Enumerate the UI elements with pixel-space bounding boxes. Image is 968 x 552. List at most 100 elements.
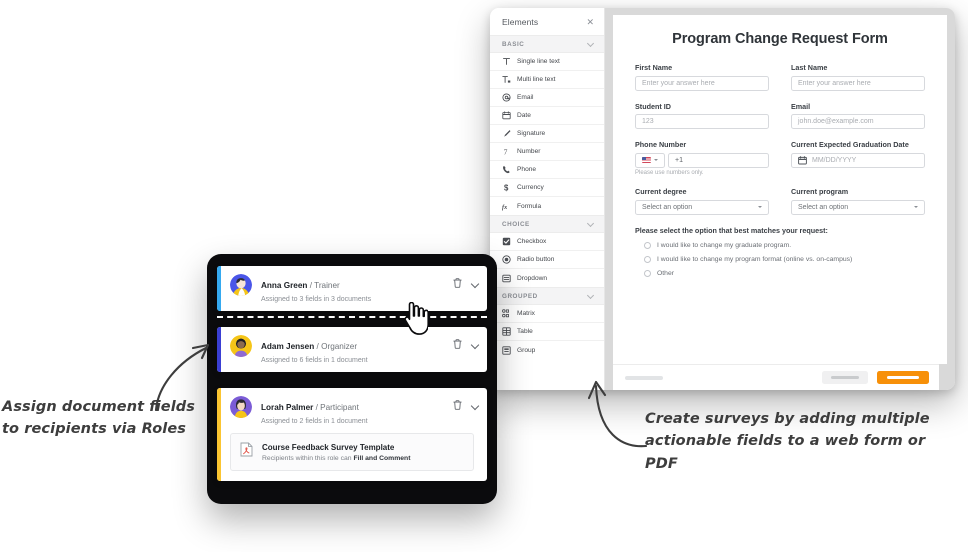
elements-group-basic-header[interactable]: BASIC bbox=[490, 35, 604, 53]
current-degree-select[interactable]: Select an option bbox=[635, 199, 769, 215]
element-item-label: Table bbox=[517, 328, 533, 335]
chevron-down-icon bbox=[588, 293, 594, 299]
role-separator: / bbox=[315, 403, 318, 412]
element-item-matrix[interactable]: Matrix bbox=[490, 305, 604, 323]
form-row-id-email: Student ID 123 Email john.doe@example.co… bbox=[635, 101, 925, 129]
current-program-select[interactable]: Select an option bbox=[791, 199, 925, 215]
role-separator: / bbox=[309, 281, 312, 290]
element-item-label: Dropdown bbox=[517, 274, 548, 282]
avatar bbox=[230, 274, 252, 296]
close-icon[interactable]: ✕ bbox=[586, 17, 594, 27]
svg-text:$: $ bbox=[504, 184, 509, 193]
multi-line-text-icon bbox=[502, 75, 511, 84]
role-card-header: Lorah Palmer / Participant Assigned to 2… bbox=[230, 396, 478, 425]
first-name-input[interactable]: Enter your answer here bbox=[635, 75, 769, 91]
element-item-multi-line-text[interactable]: Multi line text bbox=[490, 71, 604, 89]
radio-option-label: I would like to change my program format… bbox=[657, 255, 853, 263]
chevron-down-icon[interactable] bbox=[471, 341, 478, 348]
field-email: Email john.doe@example.com bbox=[791, 101, 925, 129]
radio-option-other[interactable]: Other bbox=[635, 269, 925, 277]
country-code-select[interactable] bbox=[635, 152, 665, 168]
secondary-button[interactable] bbox=[822, 371, 868, 384]
footer-actions bbox=[822, 371, 929, 384]
us-flag-icon bbox=[642, 156, 651, 164]
element-item-radio-button[interactable]: Radio button bbox=[490, 251, 604, 269]
radio-button-icon[interactable] bbox=[644, 269, 651, 277]
elements-group-label: GROUPED bbox=[502, 292, 538, 300]
chevron-down-icon bbox=[654, 159, 658, 161]
role-card-body: Adam Jensen / Organizer Assigned to 6 fi… bbox=[261, 335, 453, 364]
field-label: Email bbox=[791, 101, 811, 111]
field-last-name: Last Name Enter your answer here bbox=[791, 63, 925, 91]
cursor-pointer-icon bbox=[402, 301, 429, 336]
drag-drop-indicator bbox=[217, 316, 487, 318]
last-name-input[interactable]: Enter your answer here bbox=[791, 75, 925, 91]
field-label: First Name bbox=[635, 63, 673, 72]
element-item-currency[interactable]: $ Currency bbox=[490, 179, 604, 197]
elements-group-choice-list: Checkbox Radio button Dropdown bbox=[490, 233, 604, 287]
radio-button-icon[interactable] bbox=[644, 241, 651, 249]
secondary-button-label bbox=[831, 375, 859, 380]
field-label: Last Name bbox=[791, 63, 828, 72]
element-item-table[interactable]: Table bbox=[490, 323, 604, 341]
element-item-signature[interactable]: Signature bbox=[490, 125, 604, 143]
date-icon bbox=[502, 111, 511, 120]
role-card-adam-jensen[interactable]: Adam Jensen / Organizer Assigned to 6 fi… bbox=[217, 327, 487, 372]
role-card-anna-green[interactable]: Anna Green / Trainer Assigned to 3 field… bbox=[217, 266, 487, 311]
field-label: Current program bbox=[791, 187, 849, 196]
role-name-line: Anna Green / Trainer bbox=[261, 281, 340, 290]
role-name-line: Adam Jensen / Organizer bbox=[261, 342, 357, 351]
graduation-date-input[interactable]: MM/DD/YYYY bbox=[791, 152, 925, 168]
trash-icon[interactable] bbox=[453, 339, 462, 349]
radio-option-label: I would like to change my graduate progr… bbox=[657, 241, 792, 249]
email-input[interactable]: john.doe@example.com bbox=[791, 114, 925, 129]
element-item-label: Date bbox=[517, 112, 531, 119]
elements-group-choice-header[interactable]: CHOICE bbox=[490, 215, 604, 233]
element-item-label: Formula bbox=[517, 202, 542, 210]
annotation-right-text: Create surveys by adding multiple action… bbox=[645, 411, 930, 472]
form-row-names: First Name Enter your answer here Last N… bbox=[635, 63, 925, 91]
signature-icon bbox=[502, 129, 511, 138]
element-item-formula[interactable]: fx Formula bbox=[490, 197, 604, 215]
assigned-document-card[interactable]: Course Feedback Survey Template Recipien… bbox=[230, 433, 474, 471]
element-item-group[interactable]: Group bbox=[490, 341, 604, 359]
element-item-label: Checkbox bbox=[517, 238, 547, 245]
checkbox-icon bbox=[502, 237, 511, 246]
chevron-down-icon[interactable] bbox=[471, 402, 478, 409]
chevron-down-icon[interactable] bbox=[471, 280, 478, 287]
request-question-block: Please select the option that best match… bbox=[635, 226, 925, 277]
document-title: Course Feedback Survey Template bbox=[262, 442, 395, 452]
formula-icon: fx bbox=[502, 202, 511, 211]
element-item-label: Currency bbox=[517, 184, 544, 191]
elements-group-grouped-header[interactable]: GROUPED bbox=[490, 287, 604, 305]
single-line-text-icon bbox=[502, 57, 511, 66]
form-title: Program Change Request Form bbox=[672, 31, 888, 47]
role-card-lorah-palmer[interactable]: Lorah Palmer / Participant Assigned to 2… bbox=[217, 388, 487, 481]
element-item-date[interactable]: Date bbox=[490, 107, 604, 125]
element-item-label: Multi line text bbox=[517, 76, 556, 83]
avatar bbox=[230, 335, 252, 357]
element-item-checkbox[interactable]: Checkbox bbox=[490, 233, 604, 251]
app-window: Elements ✕ BASIC Single line text Multi … bbox=[490, 8, 955, 390]
phone-number-input[interactable]: +1 bbox=[668, 152, 769, 168]
element-item-number[interactable]: 7 Number bbox=[490, 143, 604, 161]
primary-button[interactable] bbox=[877, 371, 929, 384]
element-item-email[interactable]: Email bbox=[490, 89, 604, 107]
element-item-phone[interactable]: Phone bbox=[490, 161, 604, 179]
student-id-input[interactable]: 123 bbox=[635, 114, 769, 129]
trash-icon[interactable] bbox=[453, 400, 462, 410]
role-title: Participant bbox=[320, 403, 359, 412]
elements-group-label: BASIC bbox=[502, 40, 525, 48]
element-item-label: Radio button bbox=[517, 256, 555, 263]
role-card-actions bbox=[453, 335, 478, 349]
role-card-actions bbox=[453, 274, 478, 288]
trash-icon[interactable] bbox=[453, 278, 462, 288]
email-icon bbox=[502, 93, 511, 102]
chevron-down-icon bbox=[588, 221, 594, 227]
radio-button-icon[interactable] bbox=[644, 255, 651, 263]
radio-option-graduate-program[interactable]: I would like to change my graduate progr… bbox=[635, 241, 925, 249]
element-item-label: Group bbox=[517, 346, 536, 354]
radio-option-program-format[interactable]: I would like to change my program format… bbox=[635, 255, 925, 263]
element-item-single-line-text[interactable]: Single line text bbox=[490, 53, 604, 71]
element-item-dropdown[interactable]: Dropdown bbox=[490, 269, 604, 287]
